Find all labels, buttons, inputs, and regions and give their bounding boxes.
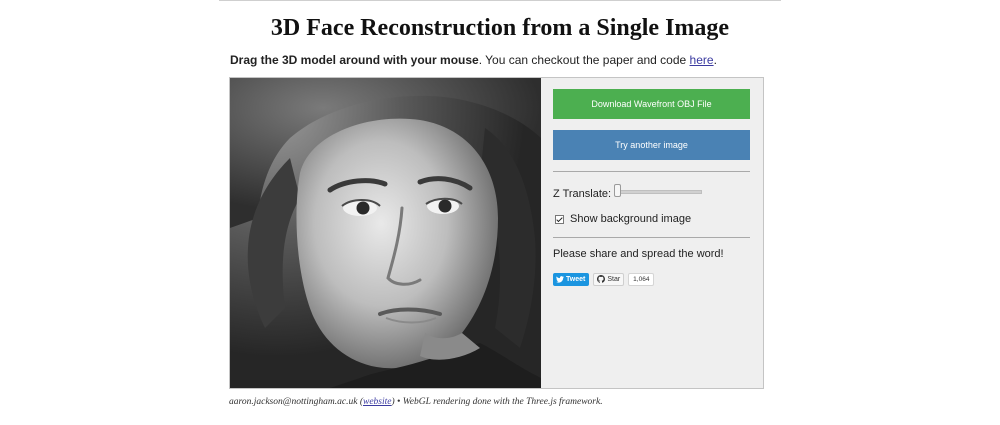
footer-email: aaron.jackson@nottingham.ac.uk <box>229 397 358 407</box>
top-divider <box>219 0 781 1</box>
github-icon <box>597 275 606 283</box>
footer-credits: ) • WebGL rendering done with the Three.… <box>391 397 603 407</box>
z-translate-slider-track[interactable] <box>615 190 702 194</box>
page-title: 3D Face Reconstruction from a Single Ima… <box>270 15 730 41</box>
share-text: Please share and spread the word! <box>553 248 724 260</box>
3d-face-viewer[interactable] <box>230 78 541 388</box>
star-count-badge[interactable]: 1,064 <box>628 272 655 286</box>
show-background-label: Show background image <box>570 213 692 225</box>
intro-instruction: Drag the 3D model around with your mouse <box>230 53 479 67</box>
face-render[interactable] <box>230 78 541 388</box>
github-star-button[interactable]: Star <box>593 272 625 286</box>
paper-code-link[interactable]: here <box>690 53 714 67</box>
download-obj-button[interactable]: Download Wavefront OBJ File <box>553 89 750 119</box>
intro-period: . <box>713 53 717 67</box>
z-translate-label: Z Translate: <box>553 188 612 200</box>
footer: aaron.jackson@nottingham.ac.uk (website)… <box>229 397 603 407</box>
twitter-bird-icon <box>556 275 564 283</box>
star-label: Star <box>607 275 621 283</box>
panel-divider <box>553 237 750 238</box>
tweet-button[interactable]: Tweet <box>553 272 590 286</box>
viewer-container: Download Wavefront OBJ File Try another … <box>229 77 764 389</box>
panel-divider <box>553 171 750 172</box>
website-link[interactable]: website <box>363 397 392 407</box>
intro-description: . You can checkout the paper and code <box>478 53 690 67</box>
show-background-option: Show background image <box>553 213 691 225</box>
z-translate-slider-handle[interactable] <box>614 184 621 197</box>
try-another-image-button[interactable]: Try another image <box>553 130 750 160</box>
show-background-checkbox[interactable] <box>555 214 564 224</box>
intro-text: Drag the 3D model around with your mouse… <box>230 53 717 67</box>
social-buttons: Tweet Star 1,064 <box>553 272 655 286</box>
control-panel: Download Wavefront OBJ File Try another … <box>553 78 751 388</box>
tweet-label: Tweet <box>566 275 586 283</box>
